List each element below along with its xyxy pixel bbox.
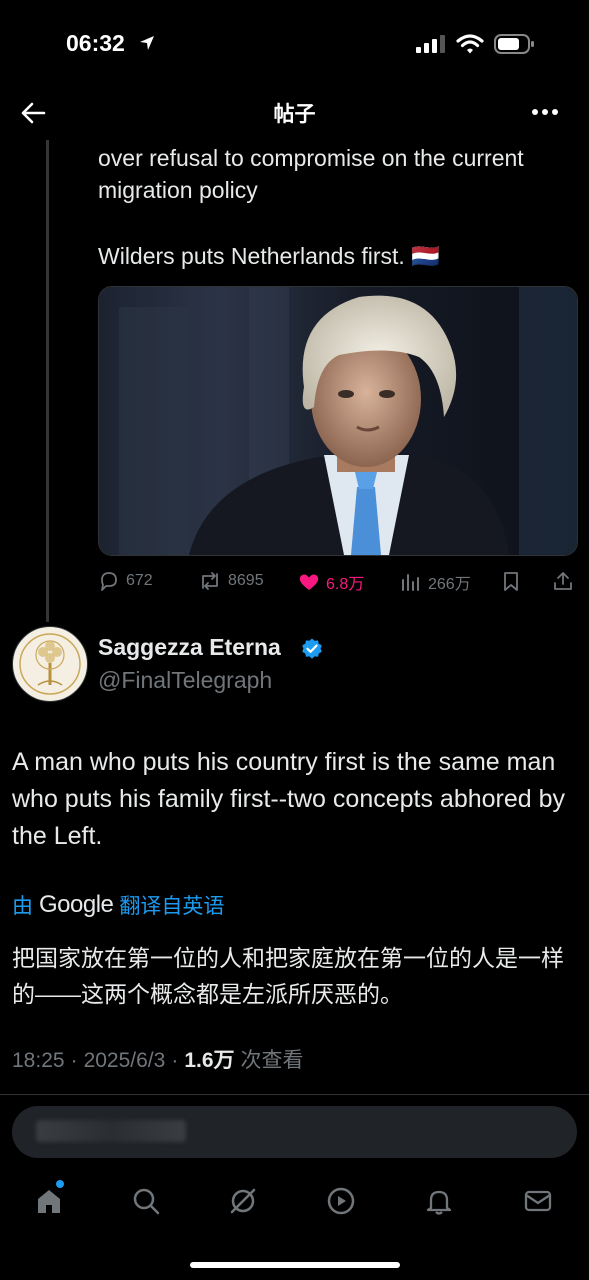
home-icon[interactable] (34, 1186, 64, 1221)
verified-icon (300, 637, 324, 666)
divider (0, 1094, 589, 1095)
like-count: 6.8万 (326, 576, 365, 593)
signal-icon (415, 35, 447, 58)
post-meta: 18:25 · 2025/6/3 · 1.6万 次查看 (12, 1044, 304, 1074)
bookmark-icon (504, 572, 518, 591)
translated-text: 把国家放在第一位的人和把家庭放在第一位的人是一样的——这两个概念都是左派所厌恶的… (12, 945, 564, 1007)
more-icon[interactable] (530, 100, 560, 129)
views-icon (402, 574, 419, 591)
heart-icon (299, 574, 319, 590)
google-logo-text: Google (39, 891, 114, 918)
parent-post-text-line: over refusal to compromise on the curren… (98, 145, 524, 171)
post-views-label: 次查看 (240, 1049, 304, 1072)
reply-button[interactable]: 672 (98, 570, 153, 592)
video-icon[interactable] (326, 1186, 356, 1221)
repost-button[interactable]: 8695 (198, 570, 264, 592)
share-button[interactable] (552, 570, 574, 592)
meta-separator: · (70, 1049, 78, 1072)
author-name[interactable]: Saggezza Eterna (98, 634, 281, 661)
translation-attribution[interactable]: 由 Google 翻译自英语 (12, 890, 224, 920)
translate-prefix: 由 (12, 895, 33, 918)
bookmark-button[interactable] (500, 570, 522, 592)
share-icon (554, 572, 572, 590)
status-time: 06:32 (66, 30, 125, 56)
post-views-count: 1.6万 (184, 1049, 235, 1072)
parent-post-text-line: migration policy (98, 177, 258, 203)
page-title: 帖子 (273, 103, 316, 126)
parent-post-text-line: Wilders puts Netherlands first. 🇳🇱 (98, 243, 440, 269)
meta-separator: · (171, 1049, 179, 1072)
avatar[interactable] (12, 626, 88, 702)
views-button[interactable]: 266万 (400, 570, 471, 594)
grok-icon[interactable] (228, 1186, 258, 1221)
wifi-icon (456, 33, 484, 60)
reply-input-placeholder (36, 1120, 186, 1142)
notifications-icon[interactable] (424, 1186, 454, 1221)
thread-connector (46, 140, 49, 622)
search-icon[interactable] (131, 1186, 161, 1221)
translate-suffix: 翻译自英语 (119, 895, 225, 918)
reply-count: 672 (126, 572, 153, 589)
location-arrow-icon (138, 34, 156, 57)
post-photo[interactable] (98, 286, 578, 556)
post-time: 18:25 (12, 1049, 65, 1072)
views-count: 266万 (428, 576, 471, 593)
author-handle[interactable]: @FinalTelegraph (98, 667, 272, 694)
messages-icon[interactable] (523, 1186, 553, 1221)
repost-icon (202, 572, 218, 590)
repost-count: 8695 (228, 572, 264, 589)
post-date: 2025/6/3 (83, 1049, 166, 1072)
post-text: A man who puts his country first is the … (12, 748, 566, 850)
reply-icon (101, 572, 117, 591)
home-indicator (190, 1262, 400, 1268)
like-button[interactable]: 6.8万 (298, 570, 364, 594)
battery-icon (494, 33, 536, 60)
